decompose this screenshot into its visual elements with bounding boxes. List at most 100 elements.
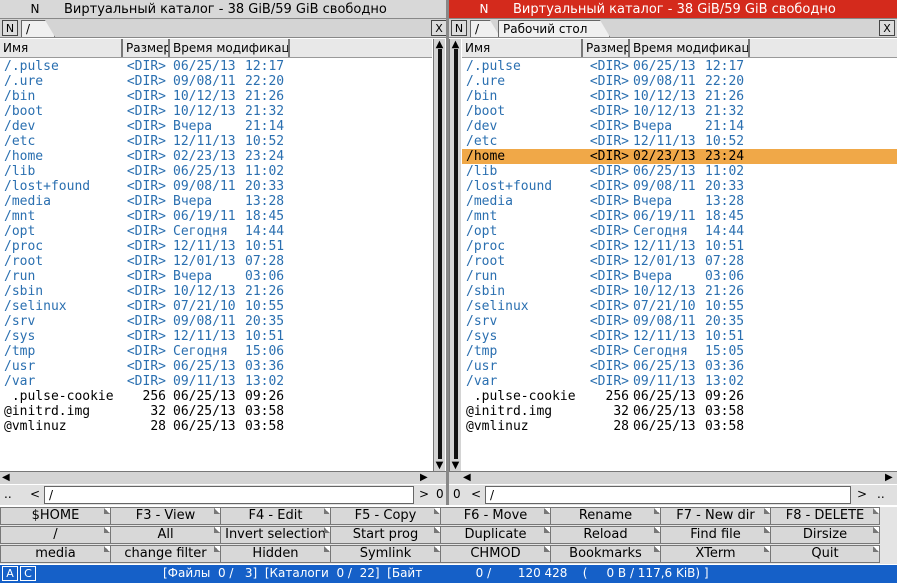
left-tab-n-button[interactable]: N (2, 20, 18, 36)
right-scroll-thumb[interactable] (453, 49, 458, 459)
file-row[interactable]: /dev <DIR> Вчера 21:14 (462, 119, 897, 134)
right-parent-button[interactable]: .. (877, 487, 885, 501)
status-c-button[interactable]: C (20, 566, 36, 581)
file-row[interactable]: /.ure <DIR> 09/08/11 22:20 (462, 74, 897, 89)
right-history-back[interactable]: < (471, 487, 481, 501)
function-button[interactable]: $HOME (0, 507, 111, 525)
file-row[interactable]: /root <DIR> 12/01/13 07:28 (0, 254, 432, 269)
file-row[interactable]: /srv <DIR> 09/08/11 20:35 (462, 314, 897, 329)
function-button[interactable]: XTerm (660, 545, 771, 563)
right-vertical-scrollbar[interactable]: ▲ ▼ (449, 39, 461, 471)
file-row[interactable]: /var <DIR> 09/11/13 13:02 (0, 374, 432, 389)
file-row[interactable]: @initrd.img 32 06/25/13 03:58 (462, 404, 897, 419)
left-path-input[interactable]: / (44, 486, 414, 504)
file-row[interactable]: /usr <DIR> 06/25/13 03:36 (462, 359, 897, 374)
left-vertical-scrollbar[interactable]: ▲ ▼ (433, 39, 445, 471)
file-row[interactable]: /lost+found <DIR> 09/08/11 20:33 (462, 179, 897, 194)
left-col-time[interactable]: Время модификации (170, 39, 290, 57)
function-button[interactable]: F8 - DELETE (770, 507, 880, 525)
function-button[interactable]: F4 - Edit (220, 507, 331, 525)
file-row[interactable]: /.ure <DIR> 09/08/11 22:20 (0, 74, 432, 89)
function-button[interactable]: Find file (660, 526, 771, 544)
function-button[interactable]: F7 - New dir (660, 507, 771, 525)
scroll-down-icon[interactable]: ▼ (450, 460, 461, 471)
file-row[interactable]: /var <DIR> 09/11/13 13:02 (462, 374, 897, 389)
file-row[interactable]: /home <DIR> 02/23/13 23:24 (0, 149, 432, 164)
function-button[interactable]: F5 - Copy (330, 507, 441, 525)
scroll-right-icon[interactable]: ▶ (420, 472, 428, 483)
file-row[interactable]: /tmp <DIR> Сегодня 15:06 (0, 344, 432, 359)
function-button[interactable]: / (0, 526, 111, 544)
file-row[interactable]: /home <DIR> 02/23/13 23:24 (462, 149, 897, 164)
scroll-left-icon[interactable]: ◀ (2, 472, 10, 483)
function-button[interactable]: media (0, 545, 111, 563)
file-row[interactable]: .pulse-cookie 256 06/25/13 09:26 (0, 389, 432, 404)
function-button[interactable]: Hidden (220, 545, 331, 563)
right-history-forward[interactable]: > (857, 487, 867, 501)
file-row[interactable]: /proc <DIR> 12/11/13 10:51 (462, 239, 897, 254)
file-row[interactable]: /etc <DIR> 12/11/13 10:52 (462, 134, 897, 149)
left-history-forward[interactable]: > (419, 487, 429, 501)
file-row[interactable]: /usr <DIR> 06/25/13 03:36 (0, 359, 432, 374)
file-row[interactable]: /root <DIR> 12/01/13 07:28 (462, 254, 897, 269)
file-row[interactable]: /sys <DIR> 12/11/13 10:51 (0, 329, 432, 344)
left-file-list[interactable]: /.pulse <DIR> 06/25/13 12:17 /.ure <DIR> 09/08… (0, 59, 432, 471)
left-history-back[interactable]: < (30, 487, 40, 501)
scroll-left-icon[interactable]: ◀ (463, 472, 471, 483)
scroll-right-icon[interactable]: ▶ (885, 472, 893, 483)
function-button[interactable]: Reload (550, 526, 661, 544)
file-row[interactable]: /sbin <DIR> 10/12/13 21:26 (0, 284, 432, 299)
file-row[interactable]: /media <DIR> Вчера 13:28 (0, 194, 432, 209)
function-button[interactable]: Start prog (330, 526, 441, 544)
file-row[interactable]: /lib <DIR> 06/25/13 11:02 (0, 164, 432, 179)
file-row[interactable]: /.pulse <DIR> 06/25/13 12:17 (0, 59, 432, 74)
file-row[interactable]: /tmp <DIR> Сегодня 15:05 (462, 344, 897, 359)
file-row[interactable]: @vmlinuz 28 06/25/13 03:58 (462, 419, 897, 434)
file-row[interactable]: /boot <DIR> 10/12/13 21:32 (0, 104, 432, 119)
file-row[interactable]: /run <DIR> Вчера 03:06 (462, 269, 897, 284)
right-close-button[interactable]: X (879, 20, 895, 36)
file-row[interactable]: /sys <DIR> 12/11/13 10:51 (462, 329, 897, 344)
file-row[interactable]: /proc <DIR> 12/11/13 10:51 (0, 239, 432, 254)
right-title-n[interactable]: N (449, 2, 519, 16)
file-row[interactable]: /selinux <DIR> 07/21/10 10:55 (0, 299, 432, 314)
file-row[interactable]: /run <DIR> Вчера 03:06 (0, 269, 432, 284)
file-row[interactable]: /boot <DIR> 10/12/13 21:32 (462, 104, 897, 119)
file-row[interactable]: /lost+found <DIR> 09/08/11 20:33 (0, 179, 432, 194)
file-row[interactable]: /sbin <DIR> 10/12/13 21:26 (462, 284, 897, 299)
file-row[interactable]: /.pulse <DIR> 06/25/13 12:17 (462, 59, 897, 74)
left-tab-root[interactable]: / (21, 20, 55, 37)
file-row[interactable]: /bin <DIR> 10/12/13 21:26 (0, 89, 432, 104)
file-row[interactable]: /lib <DIR> 06/25/13 11:02 (462, 164, 897, 179)
right-tab-n-button[interactable]: N (451, 20, 467, 36)
function-button[interactable]: Bookmarks (550, 545, 661, 563)
file-row[interactable]: @initrd.img 32 06/25/13 03:58 (0, 404, 432, 419)
left-title-n[interactable]: N (0, 2, 70, 16)
left-scroll-thumb[interactable] (437, 49, 442, 459)
function-button[interactable]: Quit (770, 545, 880, 563)
status-a-button[interactable]: A (2, 566, 18, 581)
right-horizontal-scrollbar[interactable]: ◀ ▶ (449, 471, 897, 484)
right-col-time[interactable]: Время модификации (630, 39, 750, 57)
file-row[interactable]: /bin <DIR> 10/12/13 21:26 (462, 89, 897, 104)
right-tab-root[interactable]: / (470, 20, 500, 37)
function-button[interactable]: Dirsize (770, 526, 880, 544)
function-button[interactable]: F3 - View (110, 507, 221, 525)
left-parent-button[interactable]: .. (4, 487, 12, 501)
function-button[interactable]: Rename (550, 507, 661, 525)
right-col-size[interactable]: Размер (583, 39, 630, 57)
left-close-button[interactable]: X (431, 20, 447, 36)
function-button[interactable]: CHMOD (440, 545, 551, 563)
function-button[interactable]: F6 - Move (440, 507, 551, 525)
function-button[interactable]: Symlink (330, 545, 441, 563)
file-row[interactable]: /etc <DIR> 12/11/13 10:52 (0, 134, 432, 149)
file-row[interactable]: /srv <DIR> 09/08/11 20:35 (0, 314, 432, 329)
scroll-down-icon[interactable]: ▼ (434, 460, 445, 471)
file-row[interactable]: /dev <DIR> Вчера 21:14 (0, 119, 432, 134)
right-col-name[interactable]: Имя (462, 39, 583, 57)
file-row[interactable]: /selinux <DIR> 07/21/10 10:55 (462, 299, 897, 314)
function-button[interactable]: Invert selection (220, 526, 331, 544)
right-file-list[interactable]: /.pulse <DIR> 06/25/13 12:17 /.ure <DIR> 09/08… (462, 59, 897, 471)
left-col-name[interactable]: Имя (0, 39, 123, 57)
file-row[interactable]: /media <DIR> Вчера 13:28 (462, 194, 897, 209)
